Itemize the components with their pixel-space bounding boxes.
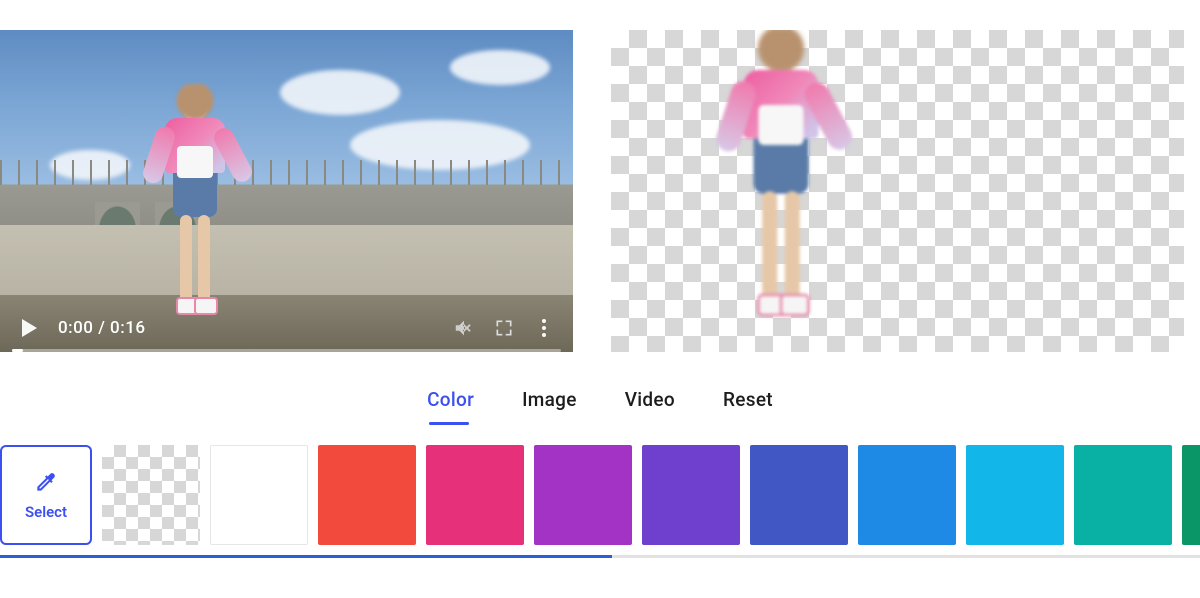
play-icon — [22, 319, 37, 337]
color-swatch-#4158c4[interactable] — [750, 445, 848, 545]
more-options-button[interactable] — [533, 317, 555, 339]
background-tabs: Color Image Video Reset — [0, 388, 1200, 419]
color-swatch-#08b1a4[interactable] — [1074, 445, 1172, 545]
tab-reset[interactable]: Reset — [723, 388, 773, 419]
eyedropper-icon — [33, 469, 59, 495]
color-swatch-#e6317a[interactable] — [426, 445, 524, 545]
color-swatch-transparent[interactable] — [102, 445, 200, 545]
kebab-icon — [542, 319, 546, 337]
tab-image[interactable]: Image — [522, 388, 577, 419]
color-swatch-#a233c4[interactable] — [534, 445, 632, 545]
scrollbar-thumb — [0, 555, 612, 558]
video-scene-bridge — [0, 160, 573, 230]
video-time-display: 0:00 / 0:16 — [58, 318, 146, 338]
cutout-person — [731, 35, 831, 352]
volume-muted-icon — [453, 317, 475, 339]
fullscreen-icon — [494, 318, 514, 338]
select-label: Select — [25, 503, 67, 521]
color-picker-button[interactable]: Select — [0, 445, 92, 545]
play-button[interactable] — [18, 317, 40, 339]
color-swatch-#12b6e8[interactable] — [966, 445, 1064, 545]
video-controls: 0:00 / 0:16 — [0, 304, 573, 352]
output-preview — [611, 30, 1184, 352]
color-swatch-white[interactable] — [210, 445, 308, 545]
color-swatch-#0a9666[interactable] — [1182, 445, 1200, 545]
transparent-background — [611, 30, 1184, 352]
mute-button[interactable] — [453, 317, 475, 339]
color-swatch-row: Select — [0, 445, 1200, 545]
color-swatch-#6f3fce[interactable] — [642, 445, 740, 545]
swatch-scrollbar[interactable] — [0, 555, 1200, 558]
source-video-preview: 0:00 / 0:16 — [0, 30, 573, 352]
tab-video[interactable]: Video — [625, 388, 675, 419]
color-swatch-#1f8ae6[interactable] — [858, 445, 956, 545]
fullscreen-button[interactable] — [493, 317, 515, 339]
color-swatch-#f24a3d[interactable] — [318, 445, 416, 545]
tab-color[interactable]: Color — [427, 388, 474, 419]
